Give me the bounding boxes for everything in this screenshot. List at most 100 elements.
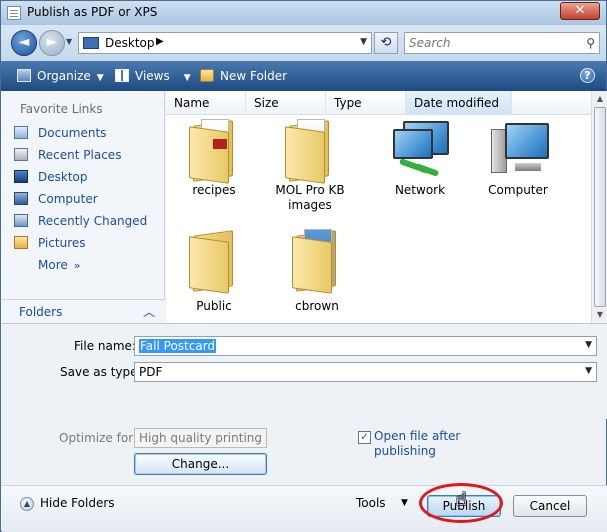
save-type-select[interactable]: PDF ▼ <box>134 362 597 382</box>
vertical-scrollbar[interactable]: ▲ ▼ <box>591 91 607 323</box>
chevron-up-icon: ︿ <box>142 305 155 319</box>
arrow-left-icon: ◄ <box>18 34 30 50</box>
folders-label: Folders <box>19 305 63 319</box>
scroll-up-icon[interactable]: ▲ <box>593 91 607 107</box>
sidebar-item-pictures[interactable]: Pictures <box>14 234 86 252</box>
history-dropdown-icon[interactable]: ▼ <box>66 37 72 46</box>
sidebar-item-recent-places[interactable]: Recent Places <box>14 146 121 164</box>
address-bar[interactable]: Desktop ▶ ▼ <box>78 32 372 54</box>
recently-changed-icon <box>14 214 28 227</box>
organize-label: Organize <box>37 69 91 83</box>
double-chevron-right-icon: » <box>73 259 81 272</box>
file-item-cbrown[interactable]: cbrown <box>269 225 365 314</box>
sidebar-item-computer[interactable]: Computer <box>14 190 98 208</box>
hide-folders-button[interactable]: Hide Folders <box>40 496 115 510</box>
column-type[interactable]: Type <box>326 91 406 115</box>
file-item-network[interactable]: Network <box>372 119 468 198</box>
help-icon[interactable]: ? <box>580 68 595 83</box>
sidebar-item-label: More <box>38 258 68 272</box>
tools-button[interactable]: Tools <box>356 496 386 510</box>
user-folder-icon <box>292 225 342 295</box>
sidebar-item-documents[interactable]: Documents <box>14 124 106 142</box>
recent-places-icon <box>14 148 28 161</box>
file-item-mol-pro-kb-images[interactable]: MOL Pro KB images <box>262 119 358 213</box>
file-item-label: MOL Pro KB images <box>275 183 345 212</box>
file-item-label: Network <box>394 183 446 197</box>
column-name[interactable]: Name <box>166 91 246 115</box>
computer-icon <box>483 119 553 179</box>
search-box: ⚲ <box>404 32 600 54</box>
dialog-window: Publish as PDF or XPS ✕ ◄ ► ▼ Desktop ▶ … <box>0 0 607 532</box>
sidebar-item-recently-changed[interactable]: Recently Changed <box>14 212 147 230</box>
search-input[interactable] <box>409 35 579 51</box>
chevron-up-icon[interactable]: ▲ <box>20 497 34 511</box>
network-icon <box>385 119 455 179</box>
refresh-button[interactable]: ⟲ <box>374 32 398 54</box>
chevron-down-icon: ▼ <box>96 73 104 83</box>
column-size[interactable]: Size <box>246 91 326 115</box>
checkmark-icon: ✓ <box>360 432 369 443</box>
cancel-button[interactable]: Cancel <box>513 495 587 517</box>
bottom-bar: ▲ Hide Folders Tools ▼ Publish Cancel <box>2 485 607 532</box>
navigation-pane: Favorite Links Documents Recent Places D… <box>2 91 165 323</box>
organize-button[interactable]: Organize ▼ <box>17 68 104 84</box>
views-button[interactable]: Views ▼ <box>115 68 191 84</box>
folders-toggle[interactable]: Folders ︿ <box>2 299 165 323</box>
optimize-field: High quality printing <box>134 428 267 448</box>
file-item-label: recipes <box>192 183 236 197</box>
arrow-right-icon: ► <box>46 34 58 50</box>
views-label: Views <box>135 69 170 83</box>
desktop-icon <box>83 37 99 49</box>
scroll-thumb[interactable] <box>594 107 606 307</box>
optimize-label: Optimize for: <box>59 431 137 445</box>
file-item-computer[interactable]: Computer <box>470 119 566 198</box>
sidebar-item-desktop[interactable]: Desktop <box>14 168 88 186</box>
column-date-modified[interactable]: Date modified <box>406 91 512 115</box>
favorite-links-header: Favorite Links <box>20 102 103 116</box>
document-icon <box>7 6 21 20</box>
file-item-label: Public <box>196 299 232 313</box>
open-after-label[interactable]: Open file after publishing <box>374 429 474 459</box>
refresh-icon: ⟲ <box>380 35 392 50</box>
sidebar-item-label: Recent Places <box>38 148 122 162</box>
publish-button[interactable]: Publish <box>427 495 501 517</box>
chevron-down-icon[interactable]: ▼ <box>585 366 592 376</box>
views-icon <box>115 69 129 82</box>
close-button[interactable]: ✕ <box>560 2 600 20</box>
scroll-down-icon[interactable]: ▼ <box>593 307 607 323</box>
address-row: ◄ ► ▼ Desktop ▶ ▼ ⟲ ⚲ <box>1 25 606 61</box>
optimize-value: High quality printing <box>139 431 263 445</box>
address-dropdown-icon[interactable]: ▼ <box>360 37 367 47</box>
file-name-value: Fall Postcard <box>139 339 217 353</box>
chevron-down-icon[interactable]: ▼ <box>401 498 408 508</box>
organize-icon <box>17 69 31 82</box>
folder-icon <box>189 119 239 184</box>
chevron-down-icon: ▼ <box>183 73 191 83</box>
file-name-field[interactable]: Fall Postcard ▼ <box>134 336 597 356</box>
sidebar-item-label: Pictures <box>38 236 86 250</box>
folder-icon <box>285 119 335 184</box>
change-button[interactable]: Change... <box>134 453 267 475</box>
desktop-icon <box>14 170 28 183</box>
chevron-down-icon[interactable]: ▼ <box>585 340 592 350</box>
new-folder-button[interactable]: New Folder <box>200 68 287 84</box>
file-list: Name Size Type Date modified recipes MOL… <box>166 91 591 323</box>
save-form: File name: Fall Postcard ▼ Save as type:… <box>2 323 607 419</box>
window-title: Publish as PDF or XPS <box>27 5 158 19</box>
open-after-checkbox[interactable]: ✓ <box>358 431 371 444</box>
sidebar-item-more[interactable]: More » <box>38 256 80 274</box>
save-type-value: PDF <box>139 365 163 379</box>
column-header: Name Size Type Date modified <box>166 91 591 115</box>
documents-icon <box>14 126 28 139</box>
address-location: Desktop <box>105 36 155 50</box>
file-item-label: cbrown <box>295 299 339 313</box>
file-item-recipes[interactable]: recipes <box>166 119 262 198</box>
forward-button[interactable]: ► <box>39 30 65 56</box>
computer-icon <box>14 192 28 205</box>
back-button[interactable]: ◄ <box>11 30 37 56</box>
file-item-public[interactable]: Public <box>166 225 262 314</box>
breadcrumb-chevron-icon[interactable]: ▶ <box>156 36 164 47</box>
file-item-label: Computer <box>488 183 548 197</box>
search-icon[interactable]: ⚲ <box>586 36 595 50</box>
save-type-label: Save as type: <box>60 365 142 379</box>
